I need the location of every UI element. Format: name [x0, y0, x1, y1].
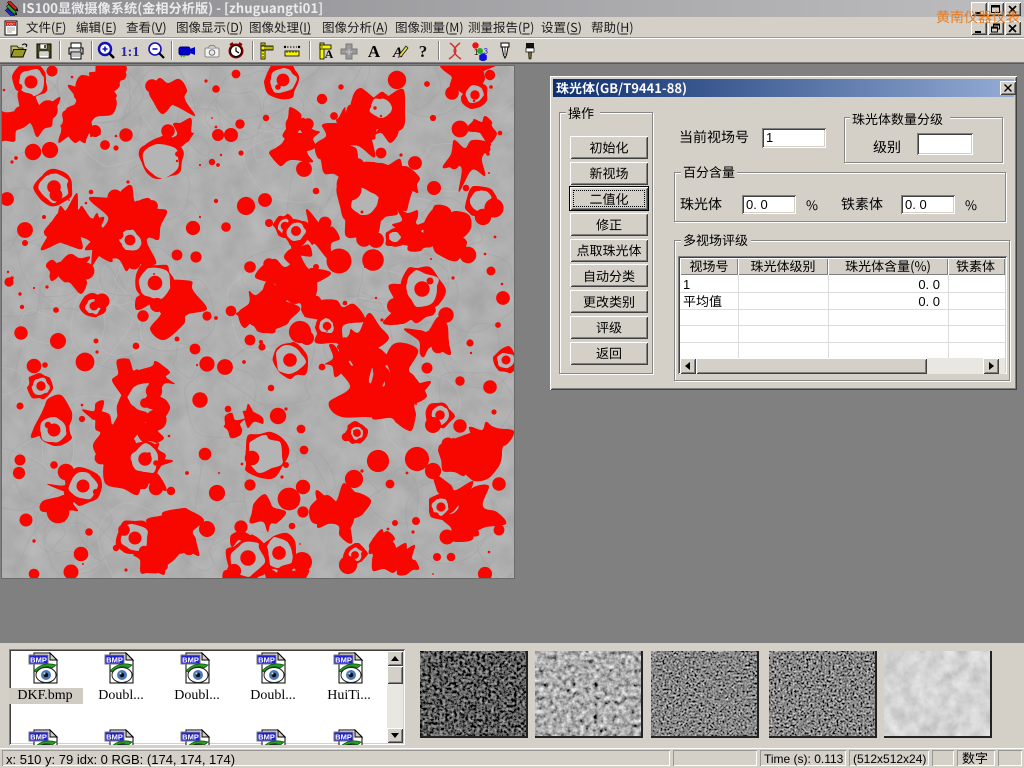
- svg-text:BMP: BMP: [106, 656, 123, 665]
- svg-text:1: 1: [474, 48, 479, 57]
- svg-text:BMP: BMP: [258, 656, 275, 665]
- svg-text:BMP: BMP: [335, 656, 352, 665]
- svg-text:BMP: BMP: [106, 733, 123, 742]
- svg-text:BMP: BMP: [335, 733, 352, 742]
- svg-text:1:1: 1:1: [121, 45, 140, 60]
- svg-text:BMP: BMP: [30, 656, 47, 665]
- svg-text:BMP: BMP: [30, 733, 47, 742]
- svg-text:BMP: BMP: [258, 733, 275, 742]
- svg-text:A: A: [325, 47, 334, 61]
- svg-text:BMP: BMP: [182, 656, 199, 665]
- svg-text:BMP: BMP: [182, 733, 199, 742]
